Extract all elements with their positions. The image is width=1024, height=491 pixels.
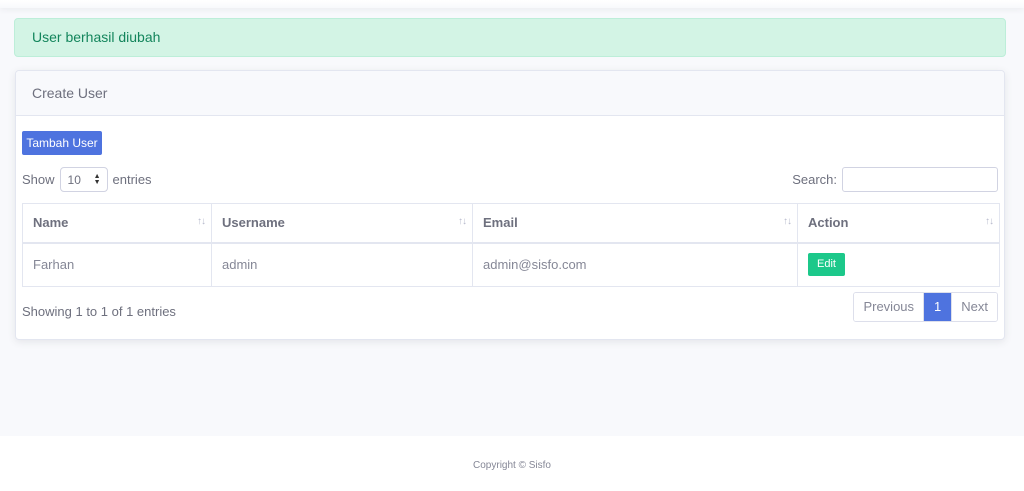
entries-select[interactable]: 10 ▲ ▼ <box>59 167 108 192</box>
users-table: Name ↑↓ Username ↑↓ Email ↑↓ Action ↑↓ F… <box>22 203 1000 287</box>
card-header: Create User <box>16 71 1004 116</box>
alert-text: User berhasil diubah <box>32 29 161 45</box>
entries-length-control: Show 10 ▲ ▼ entries <box>22 167 152 192</box>
cell-action: Edit <box>797 242 1000 287</box>
column-header-action[interactable]: Action ↑↓ <box>797 203 1000 244</box>
edit-button[interactable]: Edit <box>808 253 845 277</box>
search-label: Search: <box>792 172 837 187</box>
pagination-previous[interactable]: Previous <box>854 293 925 321</box>
table-info: Showing 1 to 1 of 1 entries <box>22 304 176 319</box>
sort-icon: ↑↓ <box>197 216 206 227</box>
add-user-button[interactable]: Tambah User <box>22 131 102 155</box>
column-header-label: Name <box>33 215 69 231</box>
column-header-label: Email <box>483 215 518 231</box>
copyright-text: Copyright © Sisfo <box>473 460 551 471</box>
column-header-label: Action <box>808 215 849 231</box>
column-header-username[interactable]: Username ↑↓ <box>211 203 473 244</box>
sort-icon: ↑↓ <box>783 216 792 227</box>
search-control: Search: <box>792 167 998 192</box>
sort-icon: ↑↓ <box>458 216 467 227</box>
pagination: Previous 1 Next <box>853 292 998 322</box>
entries-select-value: 10 <box>67 172 81 187</box>
column-header-email[interactable]: Email ↑↓ <box>472 203 798 244</box>
table-row: Farhan admin admin@sisfo.com Edit <box>22 242 1000 287</box>
select-arrows-icon: ▲ ▼ <box>93 172 101 186</box>
card-title: Create User <box>32 85 108 101</box>
success-alert: User berhasil diubah <box>14 18 1006 57</box>
cell-username: admin <box>211 242 473 287</box>
column-header-label: Username <box>222 215 285 231</box>
entries-label: entries <box>112 172 152 187</box>
show-label: Show <box>22 172 55 187</box>
sort-icon: ↑↓ <box>985 216 994 227</box>
cell-name: Farhan <box>22 242 212 287</box>
pagination-page-1[interactable]: 1 <box>924 293 952 321</box>
footer: Copyright © Sisfo <box>0 436 1024 491</box>
column-header-name[interactable]: Name ↑↓ <box>22 203 212 244</box>
search-input[interactable] <box>842 167 998 192</box>
pagination-next[interactable]: Next <box>951 293 997 321</box>
topbar-shadow <box>0 0 1024 8</box>
table-header-row: Name ↑↓ Username ↑↓ Email ↑↓ Action ↑↓ <box>22 203 1000 244</box>
user-card: Create User Tambah User Show 10 ▲ ▼ entri… <box>15 70 1005 340</box>
cell-email: admin@sisfo.com <box>472 242 798 287</box>
